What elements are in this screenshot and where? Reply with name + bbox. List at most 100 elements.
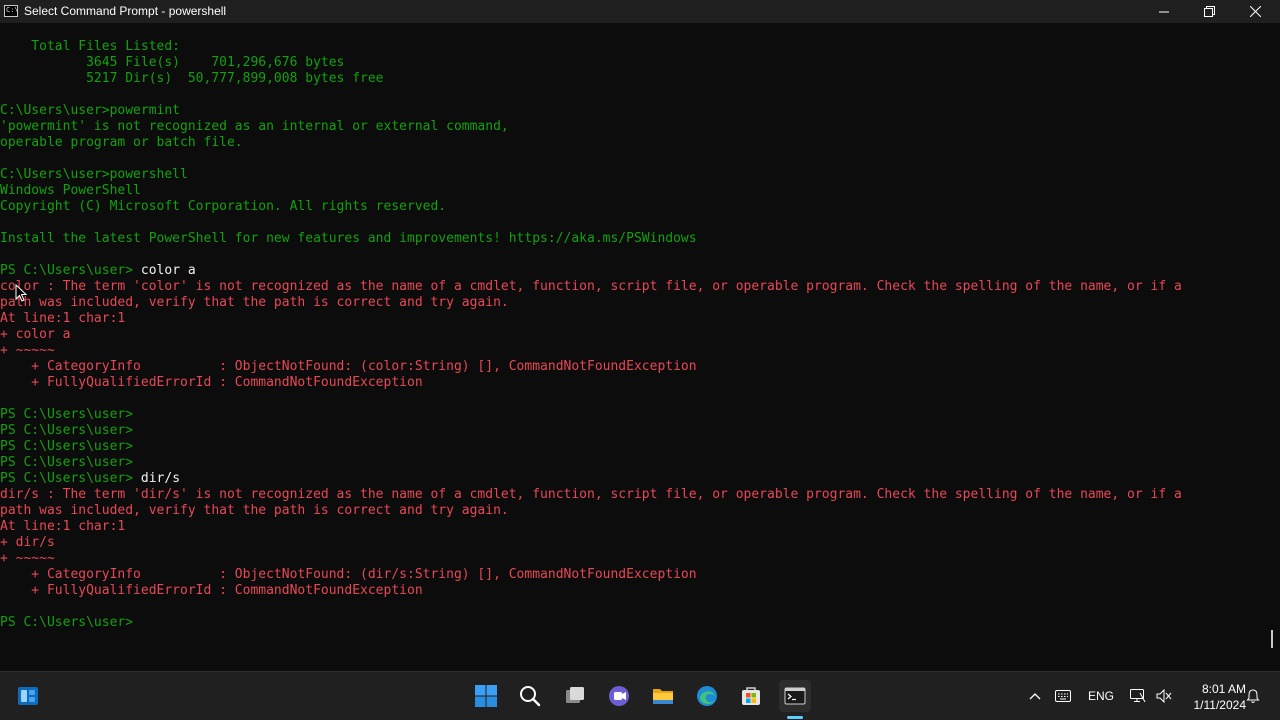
keyboard-icon (1055, 690, 1071, 702)
console-line: path was included, verify that the path … (0, 295, 509, 311)
console-line-text: PS C:\Users\user> (0, 455, 134, 470)
file-explorer-button[interactable] (647, 680, 679, 712)
console-command-text: dir/s (140, 471, 181, 486)
console-line-text: PS C:\Users\user> (0, 439, 134, 454)
teams-chat-icon (609, 686, 629, 706)
console-line: C:\Users\user>powermint (0, 103, 180, 119)
command-prompt-app-icon[interactable]: C:\ (4, 5, 19, 17)
console-line: + color a (0, 327, 70, 343)
console-line-text: + FullyQualifiedErrorId : CommandNotFoun… (0, 375, 423, 390)
console-line: PS C:\Users\user> (0, 615, 133, 631)
console-line-text: PS C:\Users\user> (0, 423, 134, 438)
teams-chat-button[interactable] (603, 680, 635, 712)
close-button[interactable] (1232, 0, 1278, 23)
console-line-text: PS C:\Users\user> (0, 407, 134, 422)
scrollbar-thumb[interactable] (1271, 630, 1273, 648)
console-line-text: + FullyQualifiedErrorId : CommandNotFoun… (0, 583, 423, 598)
search-button[interactable] (514, 680, 546, 712)
console-line-text: PS C:\Users\user> (0, 615, 134, 630)
window-title: Select Command Prompt - powershell (24, 4, 227, 18)
minimize-button[interactable] (1141, 0, 1187, 23)
console-line-text: color : The term 'color' is not recogniz… (0, 279, 1182, 294)
notifications-button[interactable] (1244, 672, 1262, 720)
console-line: At line:1 char:1 (0, 519, 125, 535)
console-line: Total Files Listed: (0, 39, 180, 55)
network-button[interactable] (1128, 672, 1148, 720)
console-line-text: C:\Users\user>powermint (0, 103, 181, 118)
mouse-pointer-icon (15, 284, 27, 302)
console-line: At line:1 char:1 (0, 311, 125, 327)
widgets-icon (18, 687, 38, 705)
console-line-text: + CategoryInfo : ObjectNotFound: (color:… (0, 359, 697, 374)
vertical-scrollbar[interactable] (1266, 23, 1278, 671)
language-indicator[interactable]: ENG (1084, 672, 1118, 720)
console-line-text: Windows PowerShell (0, 183, 141, 198)
console-line: Install the latest PowerShell for new fe… (0, 231, 697, 247)
edge-button[interactable] (691, 680, 723, 712)
edge-icon (697, 686, 717, 706)
app-icon-glyph: C:\ (6, 6, 19, 14)
microsoft-store-icon (742, 687, 760, 705)
console-line: + CategoryInfo : ObjectNotFound: (color:… (0, 359, 697, 375)
console-line-text: + color a (0, 327, 71, 342)
console-line: 3645 File(s) 701,296,676 bytes (0, 55, 344, 71)
touch-keyboard-button[interactable] (1052, 672, 1074, 720)
console-line: + ~~~~~ (0, 343, 55, 359)
restore-button[interactable] (1186, 0, 1232, 23)
taskbar: ENG 8:01 AM 1/11/2024 (0, 671, 1280, 720)
console-line: Windows PowerShell (0, 183, 141, 199)
console-line-text: + ~~~~~ (0, 551, 55, 566)
title-bar[interactable]: C:\ Select Command Prompt - powershell (0, 0, 1280, 23)
file-explorer-icon (653, 689, 673, 704)
console-line: operable program or batch file. (0, 135, 243, 151)
terminal-button[interactable] (779, 680, 811, 712)
search-icon (520, 686, 541, 707)
console-line: + dir/s (0, 535, 55, 551)
console-line-text: At line:1 char:1 (0, 311, 126, 326)
clock[interactable]: 8:01 AM 1/11/2024 (1182, 681, 1247, 713)
restore-icon (1203, 6, 1215, 17)
console-line: PS C:\Users\user> (0, 439, 133, 455)
start-button[interactable] (470, 680, 502, 712)
terminal-icon (784, 687, 806, 705)
notification-bell-icon (1246, 689, 1260, 703)
clock-time: 8:01 AM (1201, 682, 1246, 696)
console-line: PS C:\Users\user> (0, 407, 133, 423)
console-line: PS C:\Users\user> color a (0, 263, 196, 279)
console-line: + FullyQualifiedErrorId : CommandNotFoun… (0, 375, 423, 391)
console-line: Copyright (C) Microsoft Corporation. All… (0, 199, 446, 215)
console-line: dir/s : The term 'dir/s' is not recogniz… (0, 487, 1182, 503)
console-line: 5217 Dir(s) 50,777,899,008 bytes free (0, 71, 383, 87)
close-icon (1249, 6, 1261, 17)
console-line: PS C:\Users\user> (0, 423, 133, 439)
console-line-text: PS C:\Users\user> (0, 263, 141, 278)
console-line: + CategoryInfo : ObjectNotFound: (dir/s:… (0, 567, 697, 583)
console-line: + FullyQualifiedErrorId : CommandNotFoun… (0, 583, 423, 599)
volume-button[interactable] (1155, 672, 1173, 720)
console-output[interactable]: Total Files Listed: 3645 File(s) 701,296… (0, 23, 1264, 671)
chevron-up-icon (1029, 693, 1041, 700)
console-line: C:\Users\user>powershell (0, 167, 188, 183)
console-command-text: color a (140, 263, 196, 278)
console-line: path was included, verify that the path … (0, 503, 509, 519)
console-line: PS C:\Users\user> dir/s (0, 471, 180, 487)
network-icon (1130, 689, 1146, 703)
widgets-button[interactable] (12, 680, 44, 712)
task-view-icon (566, 687, 584, 703)
console-line-text: At line:1 char:1 (0, 519, 126, 534)
task-view-button[interactable] (559, 680, 591, 712)
console-line-text: + CategoryInfo : ObjectNotFound: (dir/s:… (0, 567, 697, 582)
start-icon (475, 685, 497, 707)
console-line-text: path was included, verify that the path … (0, 503, 509, 518)
console-line-text: Total Files Listed: (0, 39, 181, 54)
console-line-text: dir/s : The term 'dir/s' is not recogniz… (0, 487, 1182, 502)
show-hidden-icons-button[interactable] (1026, 672, 1044, 720)
console-line: 'powermint' is not recognized as an inte… (0, 119, 509, 135)
console-line: color : The term 'color' is not recogniz… (0, 279, 1182, 295)
console-line-text: 3645 File(s) 701,296,676 bytes (0, 55, 345, 70)
microsoft-store-button[interactable] (735, 680, 767, 712)
console-line-text: operable program or batch file. (0, 135, 243, 150)
console-line-text: C:\Users\user>powershell (0, 167, 188, 182)
volume-muted-icon (1156, 689, 1172, 703)
console-line-text: + dir/s (0, 535, 55, 550)
